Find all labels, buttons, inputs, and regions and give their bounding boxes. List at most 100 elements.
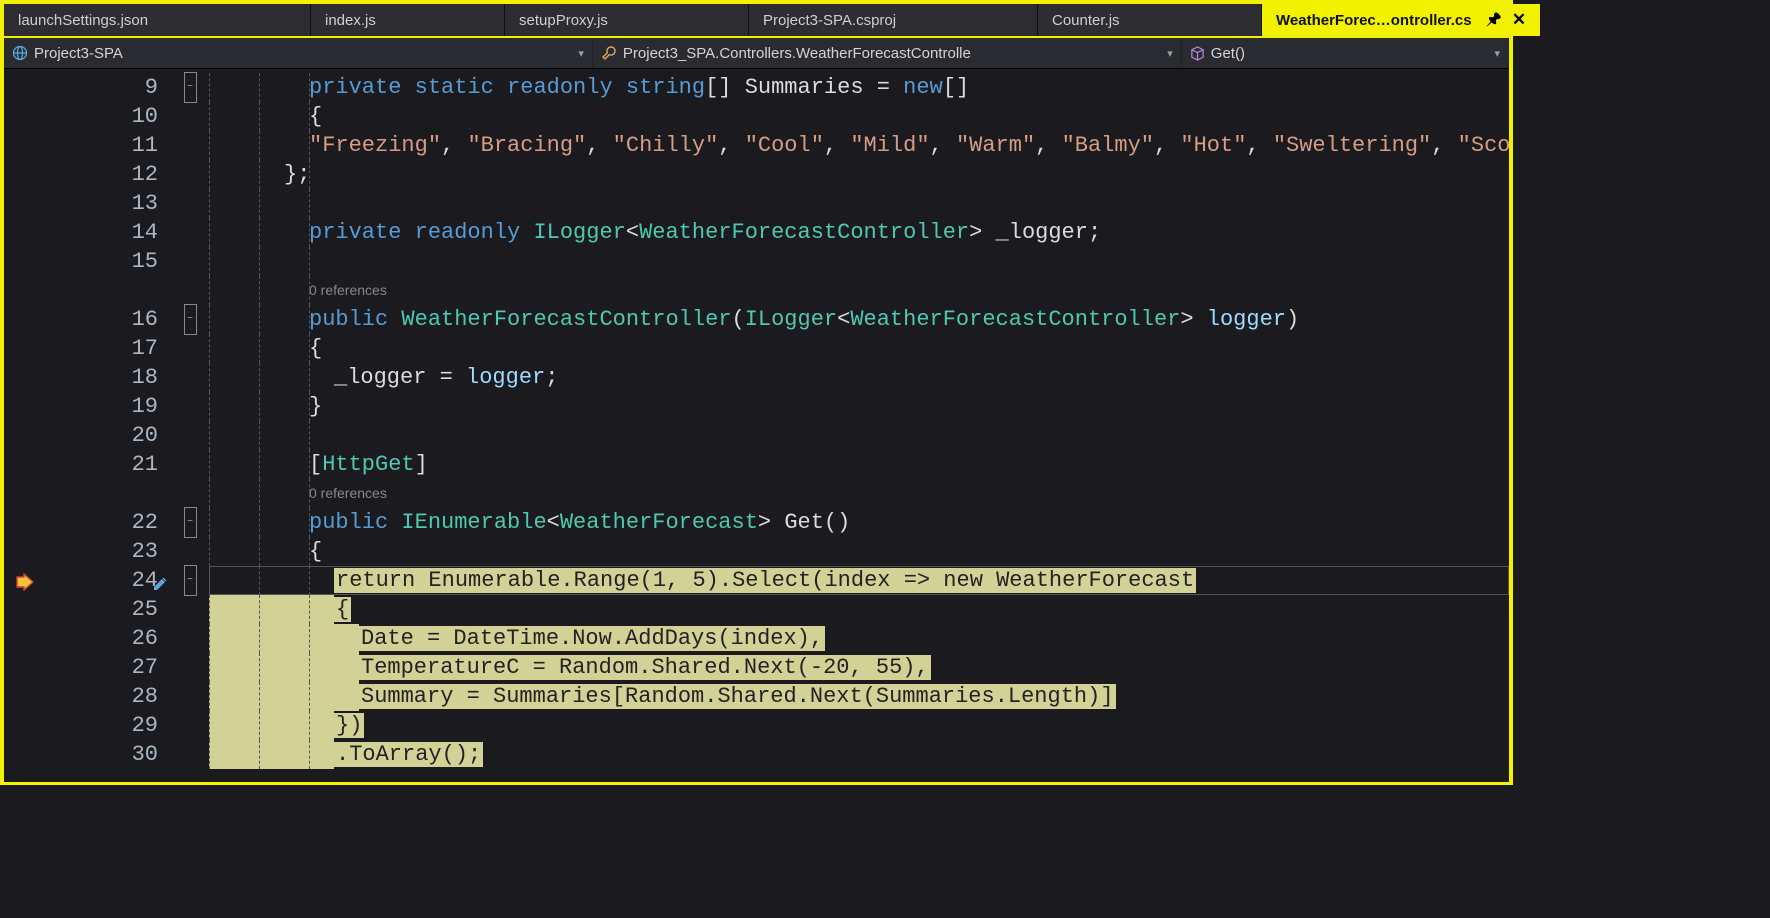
code-line[interactable]: _logger = logger; <box>209 363 1509 392</box>
line-number: 20 <box>4 421 174 450</box>
indent-guide <box>259 421 260 450</box>
indent-guide <box>259 508 260 537</box>
line-number: 13 <box>4 189 174 218</box>
line-number: 28 <box>4 682 174 711</box>
line-number: 26 <box>4 624 174 653</box>
indent-guide <box>209 334 210 363</box>
indent-guide <box>309 566 310 595</box>
nav-member-dropdown[interactable]: Get() ▾ <box>1182 38 1509 68</box>
indent-guide <box>209 189 210 218</box>
indent-guide <box>209 247 210 276</box>
line-number: 12 <box>4 160 174 189</box>
fold-toggle[interactable]: − <box>184 304 197 335</box>
line-number: 29 <box>4 711 174 740</box>
indent-guide <box>209 682 210 711</box>
code-line[interactable]: .ToArray(); <box>209 740 1509 769</box>
nav-class-label: Project3_SPA.Controllers.WeatherForecast… <box>623 45 971 62</box>
indent-guide <box>209 624 210 653</box>
tab-launchsettings[interactable]: launchSettings.json <box>4 4 311 36</box>
indent-guide <box>309 363 310 392</box>
code-line[interactable]: private static readonly string[] Summari… <box>209 73 1509 102</box>
line-number: 9 <box>4 73 174 102</box>
indent-guide <box>309 537 310 566</box>
indent-guide <box>259 624 260 653</box>
code-line[interactable]: public IEnumerable<WeatherForecast> Get(… <box>209 508 1509 537</box>
line-number: 10 <box>4 102 174 131</box>
code-area[interactable]: private static readonly string[] Summari… <box>209 73 1509 769</box>
indent-guide <box>259 73 260 102</box>
code-line[interactable]: private readonly ILogger<WeatherForecast… <box>209 218 1509 247</box>
code-line[interactable]: { <box>209 537 1509 566</box>
code-line[interactable]: "Freezing", "Bracing", "Chilly", "Cool",… <box>209 131 1509 160</box>
indent-guide <box>259 392 260 421</box>
indent-guide <box>209 421 210 450</box>
code-line[interactable]: [HttpGet] <box>209 450 1509 479</box>
indent-guide <box>259 682 260 711</box>
codelens-text[interactable]: 0 references <box>309 282 387 298</box>
indent-guide <box>309 160 310 189</box>
code-line[interactable] <box>209 421 1509 450</box>
line-number: 16 <box>4 305 174 334</box>
indent-guide <box>259 276 260 305</box>
indent-guide <box>209 537 210 566</box>
fold-toggle[interactable]: − <box>184 72 197 103</box>
nav-project-dropdown[interactable]: Project3-SPA ▾ <box>4 38 593 68</box>
code-line[interactable]: public WeatherForecastController(ILogger… <box>209 305 1509 334</box>
code-line[interactable]: }; <box>209 160 1509 189</box>
indent-guide <box>309 131 310 160</box>
indent-guide <box>209 131 210 160</box>
line-number: 18 <box>4 363 174 392</box>
indent-guide <box>209 508 210 537</box>
indent-guide <box>209 363 210 392</box>
nav-class-dropdown[interactable]: Project3_SPA.Controllers.WeatherForecast… <box>593 38 1182 68</box>
code-line[interactable]: } <box>209 392 1509 421</box>
code-line[interactable]: TemperatureC = Random.Shared.Next(-20, 5… <box>209 653 1509 682</box>
cube-icon <box>1190 46 1205 61</box>
tab-index-js[interactable]: index.js <box>311 4 505 36</box>
indent-guide <box>259 131 260 160</box>
codelens-reference[interactable]: 0 references <box>209 479 1509 508</box>
indent-guide <box>309 595 310 624</box>
line-number <box>4 479 174 508</box>
indent-guide <box>209 218 210 247</box>
close-icon[interactable]: ✕ <box>1512 10 1526 30</box>
codelens-text[interactable]: 0 references <box>309 485 387 501</box>
fold-toggle[interactable]: − <box>184 565 197 596</box>
fold-toggle[interactable]: − <box>184 507 197 538</box>
code-line[interactable]: { <box>209 334 1509 363</box>
indent-guide <box>209 740 210 769</box>
tab-strip: launchSettings.json index.js setupProxy.… <box>4 4 1509 38</box>
indent-guide <box>309 247 310 276</box>
tab-csproj[interactable]: Project3-SPA.csproj <box>749 4 1038 36</box>
line-number-gutter: 9101112131415 161718192021 2223242526272… <box>4 69 174 769</box>
chevron-down-icon: ▾ <box>578 47 584 60</box>
code-line[interactable]: Summary = Summaries[Random.Shared.Next(S… <box>209 682 1509 711</box>
indent-guide <box>259 711 260 740</box>
code-line[interactable] <box>209 247 1509 276</box>
indent-guide <box>259 189 260 218</box>
code-line[interactable]: { <box>209 595 1509 624</box>
codelens-reference[interactable]: 0 references <box>209 276 1509 305</box>
tab-counter[interactable]: Counter.js <box>1038 4 1262 36</box>
chevron-down-icon: ▾ <box>1167 47 1173 60</box>
code-line[interactable]: Date = DateTime.Now.AddDays(index), <box>209 624 1509 653</box>
pin-icon[interactable]: 📌 <box>1486 12 1502 28</box>
code-line[interactable]: { <box>209 102 1509 131</box>
code-line[interactable] <box>209 189 1509 218</box>
line-number: 22 <box>4 508 174 537</box>
indent-guide <box>209 653 210 682</box>
code-editor[interactable]: 9101112131415 161718192021 2223242526272… <box>4 69 1509 782</box>
tab-weatherforecastcontroller[interactable]: WeatherForec…ontroller.cs 📌 ✕ <box>1262 4 1541 36</box>
edit-pencil-icon <box>152 572 168 601</box>
indent-guide <box>259 595 260 624</box>
line-number: 23 <box>4 537 174 566</box>
code-line[interactable]: }) <box>209 711 1509 740</box>
code-line[interactable]: return Enumerable.Range(1, 5).Select(ind… <box>209 566 1509 595</box>
tab-setupproxy[interactable]: setupProxy.js <box>505 4 749 36</box>
nav-member-label: Get() <box>1211 45 1245 62</box>
line-number: 14 <box>4 218 174 247</box>
indent-guide <box>309 218 310 247</box>
indent-guide <box>259 566 260 595</box>
indent-guide <box>309 653 310 682</box>
indent-guide <box>259 247 260 276</box>
